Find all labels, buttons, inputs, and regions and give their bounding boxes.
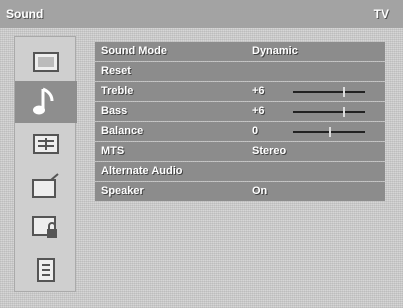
sidebar-item-list[interactable]: [15, 249, 77, 291]
row-value: +6: [252, 85, 265, 97]
sidebar-item-picture[interactable]: [15, 41, 77, 83]
sidebar-item-features[interactable]: [15, 123, 77, 165]
sidebar-item-lock[interactable]: [15, 207, 77, 249]
row-value: Dynamic: [252, 45, 298, 57]
slider-handle[interactable]: [343, 87, 346, 97]
bass-slider[interactable]: [293, 107, 365, 117]
menu-row-alternate-audio[interactable]: Alternate Audio: [95, 162, 385, 181]
music-note-icon: [32, 85, 60, 119]
source-mode: TV: [373, 7, 389, 21]
slider-handle[interactable]: [329, 127, 331, 137]
balance-slider[interactable]: [293, 127, 365, 137]
menu-row-bass[interactable]: Bass +6: [95, 102, 385, 121]
row-label: Treble: [101, 85, 134, 97]
list-icon: [36, 257, 56, 283]
row-label: Balance: [101, 125, 144, 137]
menu-row-mts[interactable]: MTS Stereo: [95, 142, 385, 161]
row-label: Bass: [101, 105, 128, 117]
sidebar-item-sound[interactable]: [15, 81, 77, 123]
lock-icon: [31, 215, 61, 241]
row-label: Speaker: [101, 185, 144, 197]
title-bar: Sound TV: [0, 0, 403, 28]
category-sidebar: [14, 36, 77, 292]
row-label: Sound Mode: [101, 45, 167, 57]
row-label: Reset: [101, 65, 131, 77]
treble-slider[interactable]: [293, 87, 365, 97]
row-label: Alternate Audio: [101, 165, 183, 177]
row-label: MTS: [101, 145, 125, 157]
row-value: On: [252, 185, 268, 197]
menu-row-speaker[interactable]: Speaker On: [95, 182, 385, 201]
features-icon: [32, 133, 60, 155]
row-value: 0: [252, 125, 259, 137]
menu-row-balance[interactable]: Balance 0: [95, 122, 385, 141]
menu-row-treble[interactable]: Treble +6: [95, 82, 385, 101]
menu-row-sound-mode[interactable]: Sound Mode Dynamic: [95, 42, 385, 61]
slider-handle[interactable]: [343, 107, 346, 117]
row-value: +6: [252, 105, 265, 117]
install-icon: [31, 173, 61, 199]
tv-sound-menu: Sound TV Sound Mode Dynamic Reset Treble…: [0, 0, 403, 308]
sidebar-item-install[interactable]: [15, 165, 77, 207]
menu-row-reset[interactable]: Reset: [95, 62, 385, 81]
sound-settings-list: Sound Mode Dynamic Reset Treble +6 Bass …: [95, 42, 385, 202]
row-value: Stereo: [252, 145, 287, 157]
menu-title: Sound: [6, 7, 44, 21]
picture-icon: [32, 51, 60, 73]
